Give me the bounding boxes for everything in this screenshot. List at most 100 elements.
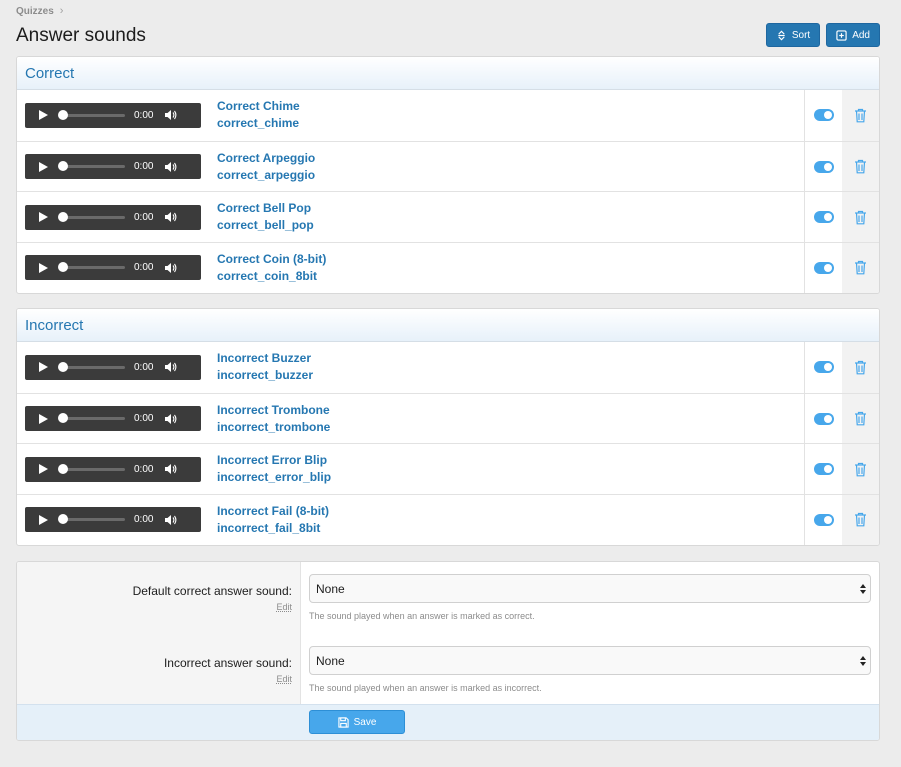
seek-slider[interactable] [58,109,125,120]
trash-icon[interactable] [854,159,867,174]
sound-title[interactable]: Correct Chime [217,99,300,114]
correct-sound-edit-link[interactable]: Edit [133,602,292,612]
add-button[interactable]: Add [826,23,880,47]
sound-title[interactable]: Correct Coin (8-bit) [217,252,326,267]
seek-handle[interactable] [58,361,68,372]
seek-slider[interactable] [58,413,125,424]
audio-player[interactable]: 0:00 [25,456,201,482]
delete-cell[interactable] [842,342,879,393]
delete-cell[interactable] [842,243,879,293]
seek-slider[interactable] [58,262,125,273]
enabled-toggle[interactable] [813,211,834,224]
seek-slider[interactable] [58,211,125,222]
delete-cell[interactable] [842,495,879,545]
volume-icon[interactable] [164,361,177,373]
incorrect-sound-select[interactable]: None [309,646,871,675]
sound-row: 0:00 Incorrect Buzzer incorrect_buzzer [17,342,879,393]
seek-slider[interactable] [58,514,125,525]
volume-icon[interactable] [164,262,177,274]
volume-icon[interactable] [164,463,177,475]
sound-key[interactable]: incorrect_buzzer [217,368,313,383]
breadcrumb-item-quizzes[interactable]: Quizzes [16,6,54,17]
trash-icon[interactable] [854,260,867,275]
sound-info: Incorrect Trombone incorrect_trombone [217,403,330,435]
time-readout: 0:00 [134,361,154,373]
sound-key[interactable]: incorrect_trombone [217,420,330,435]
play-icon[interactable] [37,109,49,121]
chevron-right-icon: › [59,5,64,17]
delete-cell[interactable] [842,141,879,192]
audio-player[interactable]: 0:00 [25,102,201,128]
audio-player[interactable]: 0:00 [25,255,201,281]
play-icon[interactable] [37,211,49,223]
trash-icon[interactable] [854,108,867,123]
seek-slider[interactable] [58,361,125,372]
time-readout: 0:00 [134,413,154,425]
sound-info: Incorrect Buzzer incorrect_buzzer [217,351,313,383]
seek-handle[interactable] [58,514,68,525]
seek-handle[interactable] [58,211,68,222]
save-button[interactable]: Save [309,710,405,734]
seek-handle[interactable] [58,161,68,172]
correct-sound-select[interactable]: None [309,574,871,603]
trash-icon[interactable] [854,210,867,225]
play-icon[interactable] [37,161,49,173]
sound-title[interactable]: Incorrect Trombone [217,403,330,418]
sound-title[interactable]: Incorrect Error Blip [217,453,331,468]
trash-icon[interactable] [854,462,867,477]
audio-player[interactable]: 0:00 [25,507,201,533]
seek-handle[interactable] [58,262,68,273]
enabled-toggle[interactable] [813,412,834,425]
sound-key[interactable]: correct_chime [217,116,300,131]
toggle-cell [804,243,842,293]
sound-key[interactable]: incorrect_fail_8bit [217,521,329,536]
play-icon[interactable] [37,413,49,425]
audio-player[interactable]: 0:00 [25,406,201,432]
audio-player[interactable]: 0:00 [25,204,201,230]
sound-key[interactable]: correct_coin_8bit [217,269,326,284]
enabled-toggle[interactable] [813,261,834,274]
incorrect-sound-edit-link[interactable]: Edit [164,674,292,684]
delete-cell[interactable] [842,444,879,495]
enabled-toggle[interactable] [813,361,834,374]
volume-icon[interactable] [164,514,177,526]
sort-icon [778,30,785,40]
delete-cell[interactable] [842,393,879,444]
volume-icon[interactable] [164,161,177,173]
sound-title[interactable]: Correct Bell Pop [217,201,314,216]
seek-handle[interactable] [58,109,68,120]
enabled-toggle[interactable] [813,513,834,526]
sound-title[interactable]: Correct Arpeggio [217,151,315,166]
audio-player[interactable]: 0:00 [25,354,201,380]
delete-cell[interactable] [842,90,879,141]
sound-key[interactable]: incorrect_error_blip [217,470,331,485]
correct-sound-label: Default correct answer sound: [132,584,292,598]
trash-icon[interactable] [854,512,867,527]
sound-key[interactable]: correct_arpeggio [217,168,315,183]
seek-slider[interactable] [58,463,125,474]
time-readout: 0:00 [134,262,154,274]
play-icon[interactable] [37,463,49,475]
sound-info: Correct Coin (8-bit) correct_coin_8bit [217,252,326,284]
trash-icon[interactable] [854,360,867,375]
play-icon[interactable] [37,262,49,274]
seek-handle[interactable] [58,463,68,474]
sound-title[interactable]: Incorrect Buzzer [217,351,313,366]
seek-handle[interactable] [58,413,68,424]
sound-key[interactable]: correct_bell_pop [217,218,314,233]
sort-button[interactable]: Sort [765,23,821,47]
enabled-toggle[interactable] [813,109,834,122]
play-icon[interactable] [37,361,49,373]
audio-player[interactable]: 0:00 [25,154,201,180]
enabled-toggle[interactable] [813,463,834,476]
enabled-toggle[interactable] [813,160,834,173]
volume-icon[interactable] [164,413,177,425]
volume-icon[interactable] [164,109,177,121]
seek-slider[interactable] [58,161,125,172]
volume-icon[interactable] [164,211,177,223]
time-readout: 0:00 [134,211,154,223]
sound-title[interactable]: Incorrect Fail (8-bit) [217,504,329,519]
play-icon[interactable] [37,514,49,526]
delete-cell[interactable] [842,192,879,243]
trash-icon[interactable] [854,411,867,426]
